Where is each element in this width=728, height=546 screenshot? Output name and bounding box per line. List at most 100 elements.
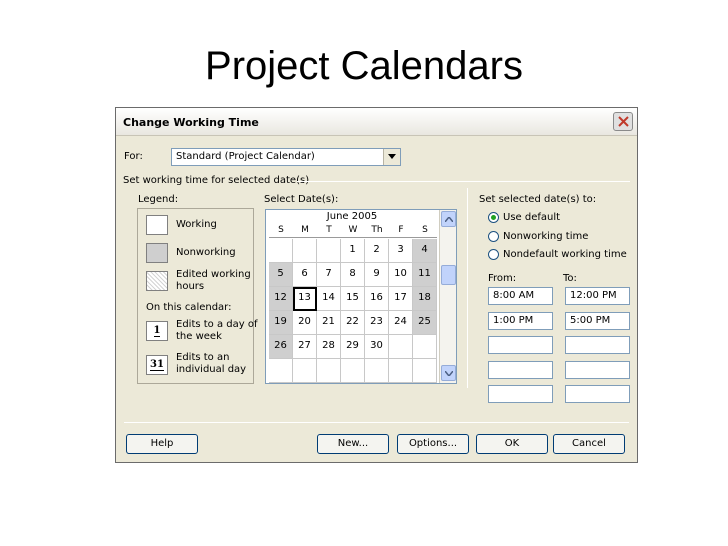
calendar-day-cell[interactable] [413,359,437,383]
calendar-day-cell[interactable]: 23 [365,311,389,335]
vertical-divider [467,188,468,388]
calendar-day-cell[interactable]: 4 [413,239,437,263]
chevron-up-icon [445,217,453,222]
calendar-day-cell[interactable]: 28 [317,335,341,359]
calendar-day-cell[interactable] [389,335,413,359]
day-header: W [341,225,365,238]
close-icon [618,116,629,127]
day-header: T [317,225,341,238]
calendar-day-cell[interactable]: 7 [317,263,341,287]
calendar-day-cell[interactable]: 20 [293,311,317,335]
calendar-day-cell[interactable]: 9 [365,263,389,287]
day-header: M [293,225,317,238]
scroll-up-button[interactable] [441,211,456,227]
legend-edited-line2: hours [176,281,205,292]
legend-edited-line1: Edited working [176,269,251,280]
calendar-day-cell[interactable]: 21 [317,311,341,335]
date-picker: June 2005 S M T W Th F S 1 2 3 4 5 6 7 8 9 10 11 12 13 14 15 1… [265,209,457,384]
radio-nondefault-working-time[interactable] [488,249,499,260]
slide-title: Project Calendars [205,44,523,88]
individual-day-swatch: 31 [146,355,168,375]
calendar-day-cell[interactable]: 15 [341,287,365,311]
calendar-day-cell[interactable]: 11 [413,263,437,287]
calendar-day-cell[interactable] [317,359,341,383]
option-nondefault-working-time[interactable]: Nondefault working time [503,249,627,260]
calendar-day-cell[interactable]: 29 [341,335,365,359]
edited-hours-swatch [146,271,168,291]
option-nonworking-time[interactable]: Nonworking time [503,231,588,242]
to-time-field-4[interactable] [565,361,630,379]
calendar-day-cell[interactable]: 2 [365,239,389,263]
day-header: F [389,225,413,238]
from-time-field-2[interactable]: 1:00 PM [488,312,553,330]
calendar-day-cell[interactable]: 27 [293,335,317,359]
calendar-select[interactable]: Standard (Project Calendar) [171,148,401,166]
calendar-day-cell[interactable]: 30 [365,335,389,359]
calendar-day-cell[interactable]: 17 [389,287,413,311]
legend-title: Legend: [138,194,179,205]
from-label: From: [488,273,517,284]
radio-nonworking-time[interactable] [488,231,499,242]
calendar-day-cell[interactable] [413,335,437,359]
calendar-scrollbar[interactable] [439,210,456,383]
legend-day-of-week-line1: Edits to a day of [176,319,258,330]
calendar-day-cell[interactable] [389,359,413,383]
to-time-field-1[interactable]: 12:00 PM [565,287,630,305]
chevron-down-icon [445,371,453,376]
individual-day-swatch-text: 31 [150,359,164,371]
close-button[interactable] [613,112,633,131]
scroll-thumb[interactable] [441,265,456,285]
option-use-default[interactable]: Use default [503,212,560,223]
help-button[interactable]: Help [126,434,198,454]
calendar-day-cell[interactable] [341,359,365,383]
calendar-day-cell[interactable]: 10 [389,263,413,287]
calendar-day-cell[interactable]: 3 [389,239,413,263]
from-time-field-1[interactable]: 8:00 AM [488,287,553,305]
radio-use-default[interactable] [488,212,499,223]
calendar-day-cell[interactable]: 18 [413,287,437,311]
for-label: For: [124,151,143,162]
calendar-day-cell[interactable]: 6 [293,263,317,287]
calendar-day-cell[interactable] [317,239,341,263]
select-dates-label: Select Date(s): [264,194,339,205]
legend-box: Working Nonworking Edited working hours … [137,208,258,384]
to-time-field-3[interactable] [565,336,630,354]
calendar-day-cell[interactable]: 26 [269,335,293,359]
to-label: To: [563,273,577,284]
scroll-down-button[interactable] [441,365,456,381]
to-time-field-2[interactable]: 5:00 PM [565,312,630,330]
calendar-day-cell[interactable]: 24 [389,311,413,335]
calendar-day-cell[interactable]: 5 [269,263,293,287]
from-time-field-3[interactable] [488,336,553,354]
nonworking-swatch [146,243,168,263]
calendar-day-cell[interactable]: 25 [413,311,437,335]
calendar-day-cell[interactable]: 13 [293,287,317,311]
calendar-day-cell[interactable] [293,239,317,263]
legend-nonworking: Nonworking [176,247,236,258]
calendar-day-cell[interactable]: 12 [269,287,293,311]
cancel-button[interactable]: Cancel [553,434,625,454]
calendar-day-cell[interactable] [269,359,293,383]
calendar-day-cell[interactable]: 14 [317,287,341,311]
from-time-field-4[interactable] [488,361,553,379]
ok-button[interactable]: OK [476,434,548,454]
to-time-field-5[interactable] [565,385,630,403]
calendar-day-cell[interactable] [365,359,389,383]
calendar-day-cell[interactable] [269,239,293,263]
calendar-day-cell[interactable]: 1 [341,239,365,263]
calendar-day-cell[interactable]: 8 [341,263,365,287]
button-divider [124,422,629,423]
calendar-select-arrow[interactable] [383,149,400,165]
legend-individual-line2: individual day [176,364,247,375]
calendar-day-cell[interactable]: 19 [269,311,293,335]
from-time-field-5[interactable] [488,385,553,403]
new-calendar-button[interactable]: New... [317,434,389,454]
calendar-day-cell[interactable]: 22 [341,311,365,335]
options-button[interactable]: Options... [397,434,469,454]
legend-day-of-week-line2: the week [176,331,222,342]
section-divider [297,181,630,182]
dialog-titlebar: Change Working Time [116,108,637,136]
calendar-day-cell[interactable] [293,359,317,383]
day-header: S [413,225,437,238]
calendar-day-cell[interactable]: 16 [365,287,389,311]
